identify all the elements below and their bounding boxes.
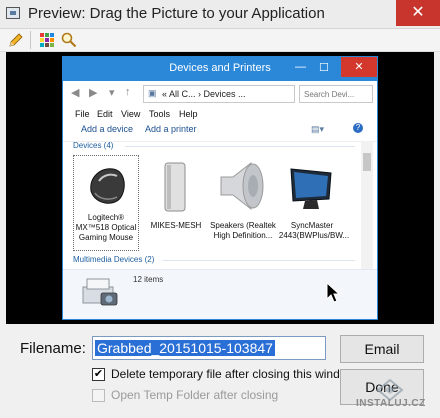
filename-label: Filename: bbox=[20, 340, 86, 357]
items-count: 12 items bbox=[133, 275, 164, 284]
menu-edit: Edit bbox=[97, 109, 113, 119]
computer-tower-icon bbox=[164, 162, 186, 212]
palette-grid-icon[interactable] bbox=[38, 31, 56, 49]
device-label: SyncMaster bbox=[290, 221, 334, 230]
delete-temp-checkbox[interactable]: ✔ bbox=[92, 368, 105, 381]
mouse-icon bbox=[90, 168, 125, 204]
toolbar-separator bbox=[30, 31, 31, 49]
device-label: Logitech® bbox=[87, 213, 125, 222]
group-divider bbox=[125, 146, 355, 147]
close-button[interactable]: ✕ bbox=[396, 0, 440, 26]
inner-minimize-button: — bbox=[295, 61, 306, 73]
device-label: Speakers (Realtek bbox=[210, 221, 276, 230]
delete-temp-label[interactable]: Delete temporary file after closing this… bbox=[111, 367, 355, 381]
address-path: « All C... › Devices ... bbox=[162, 89, 246, 99]
menu-help: Help bbox=[179, 109, 198, 119]
inner-scrollbar-thumb bbox=[363, 153, 371, 171]
address-row: ◀ ▶ ▾ ↑ ▣ « All C... › Devices ... Searc… bbox=[63, 81, 377, 107]
window-title: Preview: Drag the Picture to your Applic… bbox=[28, 5, 325, 22]
view-options-icon: ▤▾ bbox=[311, 124, 325, 134]
up-icon: ↑ bbox=[125, 86, 131, 98]
devices-printers-window[interactable]: Devices and Printers — ☐ ✕ ◀ ▶ ▾ ↑ ▣ « A… bbox=[62, 56, 378, 320]
device-label: MIKES-MESH bbox=[150, 221, 202, 230]
open-temp-folder-checkbox bbox=[92, 389, 105, 402]
menu-file: File bbox=[75, 109, 90, 119]
devices-group-header: Devices (4) bbox=[73, 141, 114, 150]
search-field: Search Devi... bbox=[299, 85, 373, 103]
speaker-icon bbox=[220, 161, 264, 211]
inner-close-button: ✕ bbox=[341, 57, 377, 77]
menu-tools: Tools bbox=[149, 109, 171, 119]
mouse-cursor-icon bbox=[326, 282, 341, 303]
search-placeholder: Search Devi... bbox=[304, 90, 355, 99]
pencil-icon[interactable] bbox=[7, 31, 25, 49]
device-label: High Definition... bbox=[213, 231, 273, 240]
monitor-icon bbox=[290, 168, 332, 209]
device-label: Gaming Mouse bbox=[78, 233, 134, 242]
back-icon: ◀ bbox=[71, 87, 80, 99]
filename-input[interactable]: Grabbed_20151015-103847 bbox=[92, 336, 326, 360]
menu-view: View bbox=[121, 109, 141, 119]
device-label: 2443(BWPlus/BW... bbox=[278, 231, 350, 240]
chevron-down-icon: ▾ bbox=[109, 87, 115, 99]
help-icon: ? bbox=[353, 123, 363, 133]
email-button[interactable]: Email bbox=[340, 335, 424, 363]
control-panel-icon: ▣ bbox=[148, 88, 157, 98]
watermark-text: INSTALUJ.CZ bbox=[356, 398, 426, 409]
add-device-command: Add a device bbox=[81, 124, 134, 134]
forward-icon: ▶ bbox=[89, 87, 98, 99]
command-bar: Add a device Add a printer ▤▾ ? bbox=[63, 119, 377, 142]
picture-icon bbox=[6, 7, 20, 19]
device-label: MX™518 Optical bbox=[75, 223, 137, 232]
multimedia-group-header: Multimedia Devices (2) bbox=[73, 255, 155, 264]
group-divider bbox=[163, 260, 355, 261]
printer-camera-icon bbox=[82, 278, 118, 306]
add-printer-command: Add a printer bbox=[145, 124, 197, 134]
inner-maximize-button: ☐ bbox=[319, 62, 329, 74]
address-bar: ▣ « All C... › Devices ... bbox=[143, 85, 295, 103]
filename-value: Grabbed_20151015-103847 bbox=[95, 340, 275, 356]
open-temp-folder-label: Open Temp Folder after closing bbox=[111, 388, 279, 402]
magnifier-icon[interactable] bbox=[60, 31, 78, 49]
